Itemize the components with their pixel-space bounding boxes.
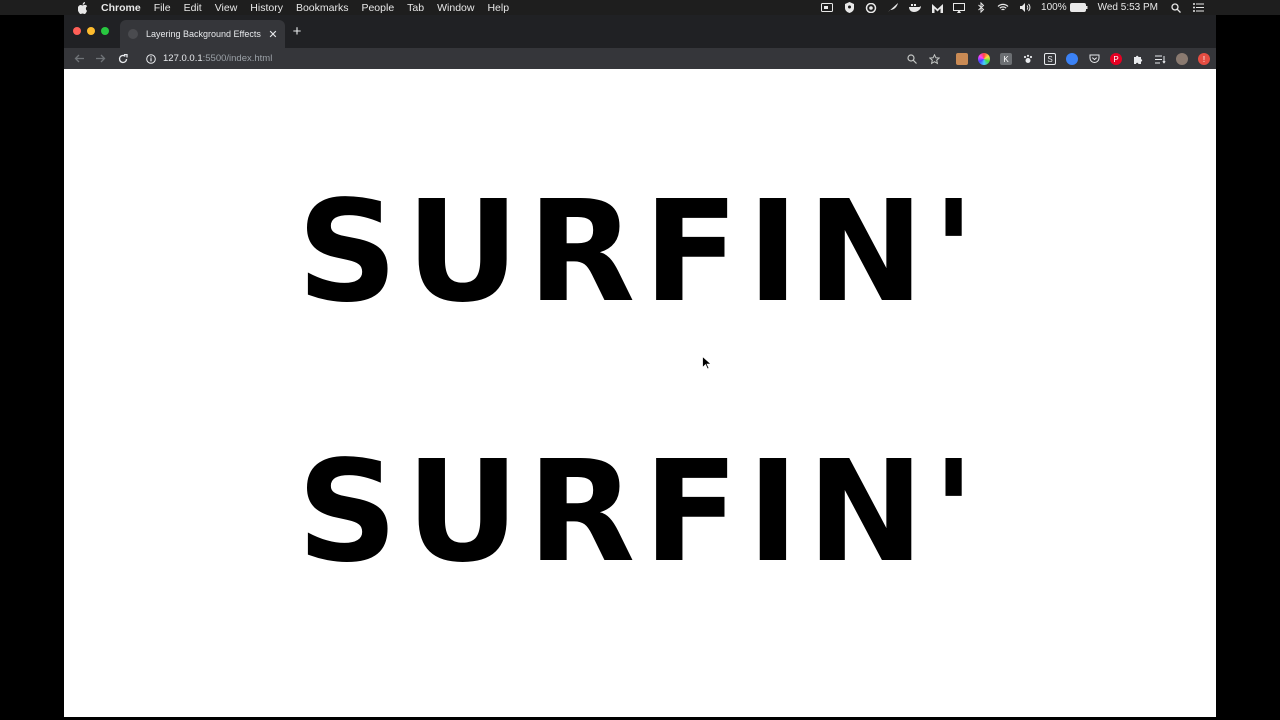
apple-logo-icon[interactable] bbox=[76, 1, 90, 14]
profile-avatar[interactable] bbox=[1176, 53, 1188, 65]
menu-people[interactable]: People bbox=[361, 2, 394, 14]
display-icon[interactable] bbox=[953, 2, 966, 13]
new-tab-button[interactable]: + bbox=[290, 23, 304, 40]
battery-percentage: 100% bbox=[1041, 2, 1067, 13]
clock[interactable]: Wed 5:53 PM bbox=[1098, 2, 1158, 13]
color-picker-icon[interactable] bbox=[978, 53, 990, 65]
video-camera-icon[interactable] bbox=[821, 3, 834, 13]
toolbar-icons: K S P ! bbox=[896, 51, 1210, 67]
pinterest-icon[interactable]: P bbox=[1110, 53, 1122, 65]
reload-icon[interactable] bbox=[115, 51, 131, 67]
spotlight-search-icon[interactable] bbox=[1170, 2, 1182, 13]
menu-help[interactable]: Help bbox=[487, 2, 509, 14]
menu-view[interactable]: View bbox=[215, 2, 238, 14]
menu-history[interactable]: History bbox=[250, 2, 283, 14]
docker-icon[interactable] bbox=[909, 3, 922, 13]
menu-tab[interactable]: Tab bbox=[407, 2, 424, 14]
location-shield-icon[interactable] bbox=[843, 2, 855, 13]
extension-paw-icon[interactable] bbox=[1022, 53, 1034, 65]
tab-strip: Layering Background Effects ✕ + bbox=[64, 15, 1216, 48]
menu-bookmarks[interactable]: Bookmarks bbox=[296, 2, 349, 14]
url-host: 127.0.0.1 bbox=[163, 53, 203, 64]
browser-toolbar: 127.0.0.1:5500/index.html K S P ! bbox=[64, 48, 1216, 69]
extension-box-icon[interactable] bbox=[956, 53, 968, 65]
menu-file[interactable]: File bbox=[154, 2, 171, 14]
globe-icon bbox=[128, 29, 138, 39]
page-content: SURFIN' SURFIN' bbox=[64, 69, 1216, 717]
tab-active[interactable]: Layering Background Effects ✕ bbox=[120, 20, 285, 48]
creative-cloud-icon[interactable] bbox=[865, 2, 877, 13]
back-arrow-icon[interactable] bbox=[71, 51, 87, 67]
browser-window: Layering Background Effects ✕ + 127.0.0.… bbox=[64, 15, 1216, 717]
update-alert-icon[interactable]: ! bbox=[1198, 53, 1210, 65]
malwarebytes-icon[interactable] bbox=[931, 3, 943, 13]
close-tab-icon[interactable]: ✕ bbox=[266, 27, 280, 41]
menu-app-name[interactable]: Chrome bbox=[101, 2, 141, 14]
status-area: 100% Wed 5:53 PM bbox=[811, 0, 1280, 15]
heading-surfin-bottom: SURFIN' bbox=[296, 431, 984, 594]
reading-list-icon[interactable] bbox=[1154, 53, 1166, 65]
puzzle-extensions-icon[interactable] bbox=[1132, 53, 1144, 65]
forward-arrow-icon[interactable] bbox=[93, 51, 109, 67]
tab-title: Layering Background Effects bbox=[146, 29, 261, 39]
close-window-button[interactable] bbox=[73, 27, 81, 35]
battery-icon[interactable] bbox=[1069, 3, 1088, 13]
extension-s-icon[interactable]: S bbox=[1044, 53, 1056, 65]
bookmark-star-icon[interactable] bbox=[928, 53, 940, 65]
notification-center-icon[interactable] bbox=[1192, 3, 1204, 13]
url-path: :5500/index.html bbox=[202, 53, 273, 64]
address-bar[interactable]: 127.0.0.1:5500/index.html bbox=[141, 50, 941, 67]
volume-icon[interactable] bbox=[1019, 3, 1031, 13]
macos-menu-bar: Chrome File Edit View History Bookmarks … bbox=[0, 0, 1280, 15]
extension-blue-circle-icon[interactable] bbox=[1066, 53, 1078, 65]
mouse-pointer-icon bbox=[702, 356, 712, 370]
extension-k-icon[interactable]: K bbox=[1000, 53, 1012, 65]
feather-icon[interactable] bbox=[887, 3, 899, 13]
zoom-icon[interactable] bbox=[906, 53, 918, 65]
url-text[interactable]: 127.0.0.1:5500/index.html bbox=[163, 53, 272, 64]
site-info-icon[interactable] bbox=[145, 53, 157, 65]
maximize-window-button[interactable] bbox=[101, 27, 109, 35]
bluetooth-icon[interactable] bbox=[975, 2, 987, 13]
wifi-icon[interactable] bbox=[997, 3, 1009, 13]
menu-window[interactable]: Window bbox=[437, 2, 474, 14]
menu-edit[interactable]: Edit bbox=[184, 2, 202, 14]
pocket-icon[interactable] bbox=[1088, 53, 1100, 65]
heading-surfin-top: SURFIN' bbox=[296, 171, 984, 334]
minimize-window-button[interactable] bbox=[87, 27, 95, 35]
